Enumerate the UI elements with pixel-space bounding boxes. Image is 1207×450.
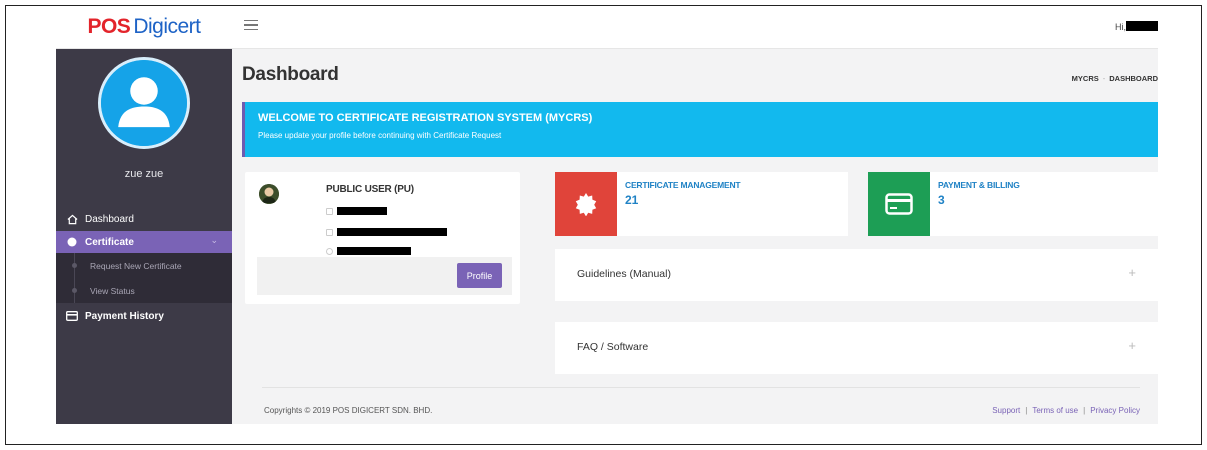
profile-button[interactable]: Profile [457,263,502,288]
welcome-banner: WELCOME TO CERTIFICATE REGISTRATION SYST… [242,102,1158,157]
redacted-value [337,247,411,255]
user-greeting[interactable]: Hi, [1115,22,1126,32]
stat-label: PAYMENT & BILLING [938,180,1020,190]
bullet-icon [72,288,77,293]
profile-role: PUBLIC USER (PU) [326,184,414,195]
hamburger-menu-icon[interactable] [244,20,258,30]
breadcrumb: MYCRS - DASHBOARD [1072,74,1158,83]
footer-links: Support | Terms of use | Privacy Policy [992,406,1140,415]
mail-icon [326,228,333,236]
profile-username-row [326,206,387,216]
accordion-guidelines[interactable]: Guidelines (Manual) + [555,249,1158,301]
user-icon [326,207,333,215]
redacted-username [1126,21,1158,31]
screenshot-frame: POS Digicert zue zue Dashboard Certificat… [5,5,1202,445]
profile-avatar [259,184,279,204]
person-icon [259,184,279,204]
redacted-value [337,207,387,215]
footer-link-terms-of-use[interactable]: Terms of use [1032,406,1078,415]
profile-card-footer: Profile [257,257,512,295]
app-window: POS Digicert zue zue Dashboard Certificat… [56,6,1158,424]
chevron-down-icon: ⌄ [210,235,218,245]
sidebar-item-label: Certificate [85,236,134,248]
sidebar: zue zue Dashboard Certificate ⌄ Request … [56,49,232,424]
certificate-submenu: Request New Certificate View Status [56,253,232,303]
brand-logo-part1: POS [87,15,131,38]
accordion-faq-software[interactable]: FAQ / Software + [555,322,1158,374]
banner-subtitle: Please update your profile before contin… [258,131,502,140]
submenu-item-label: View Status [90,285,135,296]
breadcrumb-item-mycrs[interactable]: MYCRS [1072,74,1099,83]
home-icon [66,213,78,225]
sidebar-item-dashboard[interactable]: Dashboard [56,209,232,229]
stat-value: 3 [938,193,945,207]
stat-label: CERTIFICATE MANAGEMENT [625,180,741,190]
profile-email-row [326,227,447,237]
top-bar: Hi, [232,6,1158,49]
banner-title: WELCOME TO CERTIFICATE REGISTRATION SYST… [258,112,593,124]
brand-logo[interactable]: POS Digicert [56,6,232,49]
footer-divider [262,387,1140,388]
brand-logo-part2: Digicert [133,15,201,38]
submenu-item-view-status[interactable]: View Status [56,278,232,303]
user-avatar[interactable] [98,57,190,149]
sidebar-item-label: Payment History [85,310,164,322]
plus-icon[interactable]: + [1128,338,1136,353]
seal-icon [575,193,597,216]
stat-value: 21 [625,193,639,207]
credit-card-icon [885,193,913,215]
redacted-value [337,228,447,236]
submenu-item-label: Request New Certificate [90,260,182,271]
stat-card-payment-billing[interactable]: PAYMENT & BILLING 3 [868,172,1158,236]
accordion-label: FAQ / Software [577,341,649,353]
sidebar-item-certificate[interactable]: Certificate ⌄ [56,231,232,253]
sidebar-item-payment-history[interactable]: Payment History [56,305,232,327]
footer-link-privacy-policy[interactable]: Privacy Policy [1090,406,1140,415]
submenu-item-request-new-certificate[interactable]: Request New Certificate [56,253,232,278]
footer-separator: | [1083,406,1086,415]
sidebar-username: zue zue [124,168,164,180]
stat-tile [868,172,930,236]
card-icon [66,310,78,322]
user-silhouette-icon [101,60,187,146]
bullet-icon [72,263,77,268]
profile-card: PUBLIC USER (PU) Profile [245,172,520,304]
footer-link-support[interactable]: Support [992,406,1020,415]
footer-copyright: Copyrights © 2019 POS DIGICERT SDN. BHD. [264,406,433,415]
profile-phone-row [326,246,411,256]
accordion-label: Guidelines (Manual) [577,268,671,280]
stat-card-certificate-management[interactable]: CERTIFICATE MANAGEMENT 21 [555,172,848,236]
plus-icon[interactable]: + [1128,265,1136,280]
sidebar-item-label: Dashboard [85,213,134,225]
stat-tile [555,172,617,236]
page-title: Dashboard [242,64,339,85]
footer-separator: | [1025,406,1028,415]
breadcrumb-item-dashboard: DASHBOARD [1109,74,1158,83]
circle-icon [66,236,78,248]
phone-icon [326,247,333,255]
breadcrumb-separator: - [1102,74,1106,83]
